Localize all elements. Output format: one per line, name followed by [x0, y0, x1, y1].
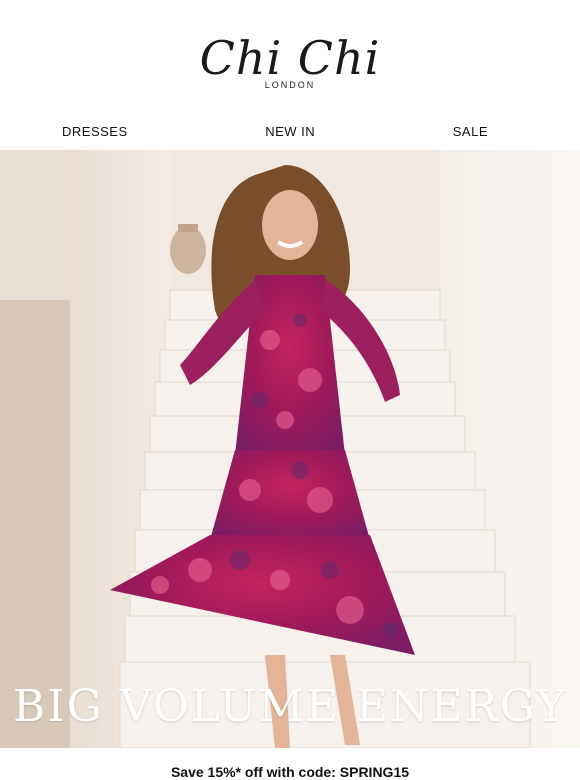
- hero-headline: BIG VOLUME ENERGY: [12, 681, 568, 732]
- main-nav: DRESSES NEW IN SALE: [0, 112, 580, 150]
- hero-image[interactable]: [0, 150, 580, 748]
- hero-illustration: [0, 150, 580, 748]
- email-header: Chi Chi LONDON: [0, 0, 580, 112]
- nav-item-new-in[interactable]: NEW IN: [265, 124, 315, 139]
- promo-text: Save 15%* off with code: SPRING15: [170, 764, 410, 780]
- brand-name: Chi Chi: [199, 31, 381, 85]
- brand-sub: LONDON: [264, 80, 316, 90]
- nav-item-sale[interactable]: SALE: [453, 124, 488, 139]
- brand-logo[interactable]: Chi Chi LONDON: [0, 34, 580, 90]
- nav-item-dresses[interactable]: DRESSES: [62, 124, 128, 139]
